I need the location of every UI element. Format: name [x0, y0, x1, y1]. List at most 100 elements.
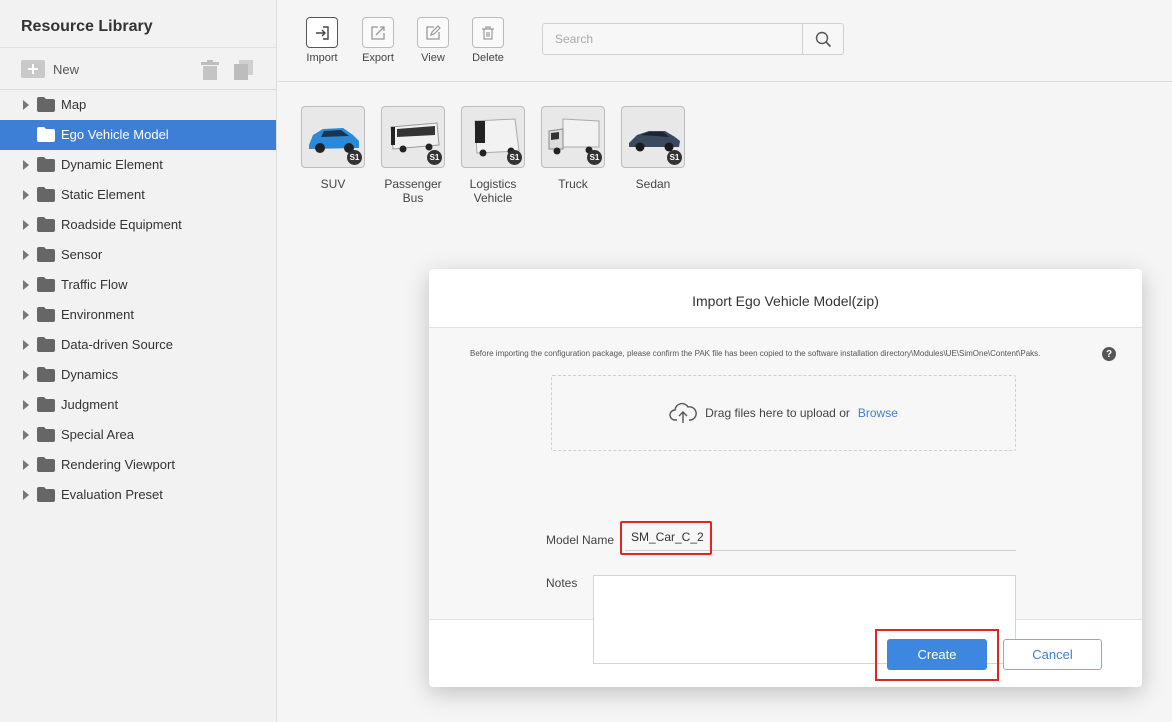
sidebar-item-environment[interactable]: Environment: [0, 300, 276, 330]
export-label: Export: [362, 52, 394, 64]
model-name-input[interactable]: [625, 523, 1016, 551]
vehicle-name: Sedan: [635, 177, 671, 191]
sidebar-item-label: Data-driven Source: [61, 337, 173, 352]
sidebar-item-label: Judgment: [61, 397, 119, 412]
file-dropzone[interactable]: Drag files here to upload or Browse: [551, 375, 1016, 451]
folder-icon: [37, 187, 55, 202]
delete-label: Delete: [472, 52, 504, 64]
vehicle-card-suv[interactable]: S1 SUV: [301, 106, 365, 191]
search-input[interactable]: [543, 24, 802, 54]
sidebar-item-map[interactable]: Map: [0, 90, 276, 120]
sidebar-item-label: Traffic Flow: [61, 277, 128, 292]
sidebar-item-special-area[interactable]: Special Area: [0, 420, 276, 450]
vehicle-name: SUV: [320, 177, 346, 191]
create-button[interactable]: Create: [887, 639, 987, 670]
sidebar-item-label: Dynamics: [61, 367, 119, 382]
folder-icon: [37, 427, 55, 442]
vehicle-thumbnail: S1: [541, 106, 605, 168]
import-button[interactable]: Import: [297, 17, 347, 64]
sidebar-item-evaluation-preset[interactable]: Evaluation Preset: [0, 480, 276, 510]
sidebar-item-static-element[interactable]: Static Element: [0, 180, 276, 210]
sidebar-item-traffic-flow[interactable]: Traffic Flow: [0, 270, 276, 300]
vehicle-card-truck[interactable]: S1 Truck: [541, 106, 605, 191]
plus-icon: [21, 60, 45, 78]
browse-link[interactable]: Browse: [858, 406, 898, 420]
vehicle-card-passenger-bus[interactable]: S1 Passenger Bus: [381, 106, 445, 205]
export-icon: [371, 25, 385, 40]
expand-arrow-icon[interactable]: [23, 310, 29, 320]
delete-button[interactable]: Delete: [463, 17, 513, 64]
import-dialog: Import Ego Vehicle Model(zip) Before imp…: [429, 269, 1142, 687]
vehicle-badge: S1: [347, 150, 362, 165]
vehicle-thumbnail: S1: [381, 106, 445, 168]
sidebar-item-label: Static Element: [61, 187, 145, 202]
sidebar-item-label: Rendering Viewport: [61, 457, 175, 472]
folder-icon: [37, 457, 55, 472]
cancel-button[interactable]: Cancel: [1003, 639, 1102, 670]
sidebar-item-dynamic-element[interactable]: Dynamic Element: [0, 150, 276, 180]
sidebar-item-judgment[interactable]: Judgment: [0, 390, 276, 420]
delete-icon: [482, 25, 494, 40]
folder-icon: [37, 247, 55, 262]
expand-arrow-icon[interactable]: [23, 160, 29, 170]
vehicle-card-sedan[interactable]: S1 Sedan: [621, 106, 685, 191]
expand-arrow-icon[interactable]: [23, 250, 29, 260]
sidebar-item-label: Roadside Equipment: [61, 217, 182, 232]
expand-arrow-icon[interactable]: [23, 220, 29, 230]
help-icon[interactable]: ?: [1102, 347, 1116, 361]
sidebar-title: Resource Library: [0, 0, 276, 48]
expand-arrow-icon[interactable]: [23, 100, 29, 110]
vehicle-name: Truck: [558, 177, 588, 191]
sidebar-item-rendering-viewport[interactable]: Rendering Viewport: [0, 450, 276, 480]
sidebar-item-label: Evaluation Preset: [61, 487, 163, 502]
expand-arrow-icon[interactable]: [23, 190, 29, 200]
vehicle-thumbnail: S1: [621, 106, 685, 168]
sidebar-item-label: Map: [61, 97, 87, 112]
dialog-footer: Create Cancel: [429, 620, 1142, 687]
sidebar-item-dynamics[interactable]: Dynamics: [0, 360, 276, 390]
expand-arrow-icon[interactable]: [23, 430, 29, 440]
sidebar-item-label: Environment: [61, 307, 134, 322]
sidebar-item-ego-vehicle-model[interactable]: Ego Vehicle Model: [0, 120, 276, 150]
sidebar-item-data-driven-source[interactable]: Data-driven Source: [0, 330, 276, 360]
folder-icon: [37, 307, 55, 322]
vehicle-name: Logistics Vehicle: [469, 177, 517, 205]
trash-icon[interactable]: [201, 60, 219, 80]
search-icon: [815, 31, 831, 47]
new-button[interactable]: New: [21, 60, 79, 78]
expand-arrow-icon[interactable]: [23, 460, 29, 470]
sidebar-actions: New: [0, 48, 276, 90]
vehicle-thumbnail: S1: [301, 106, 365, 168]
expand-arrow-icon[interactable]: [23, 370, 29, 380]
sidebar-item-label: Dynamic Element: [61, 157, 163, 172]
folder-icon: [37, 397, 55, 412]
expand-arrow-icon[interactable]: [23, 400, 29, 410]
vehicle-badge: S1: [667, 150, 682, 165]
export-button[interactable]: Export: [353, 17, 403, 64]
folder-icon: [37, 277, 55, 292]
sidebar-item-sensor[interactable]: Sensor: [0, 240, 276, 270]
expand-arrow-icon[interactable]: [23, 490, 29, 500]
view-button[interactable]: View: [408, 17, 458, 64]
vehicle-thumbnail: S1: [461, 106, 525, 168]
vehicle-card-logistics-vehicle[interactable]: S1 Logistics Vehicle: [461, 106, 525, 205]
copy-icon[interactable]: [234, 60, 253, 80]
search-box: [542, 23, 844, 55]
sidebar-item-label: Special Area: [61, 427, 134, 442]
vehicle-badge: S1: [427, 150, 442, 165]
folder-icon: [37, 337, 55, 352]
view-icon: [426, 24, 441, 40]
folder-icon: [37, 367, 55, 382]
expand-arrow-icon[interactable]: [23, 280, 29, 290]
folder-icon: [37, 97, 55, 112]
expand-arrow-icon[interactable]: [23, 340, 29, 350]
search-button[interactable]: [802, 24, 843, 54]
sidebar-item-roadside-equipment[interactable]: Roadside Equipment: [0, 210, 276, 240]
import-label: Import: [306, 52, 338, 64]
new-button-label: New: [53, 61, 80, 77]
dropzone-text: Drag files here to upload or: [705, 406, 850, 420]
cloud-upload-icon: [669, 402, 697, 423]
sidebar-item-label: Sensor: [61, 247, 103, 262]
import-notice: Before importing the configuration packa…: [470, 349, 1041, 358]
folder-icon: [37, 217, 55, 232]
